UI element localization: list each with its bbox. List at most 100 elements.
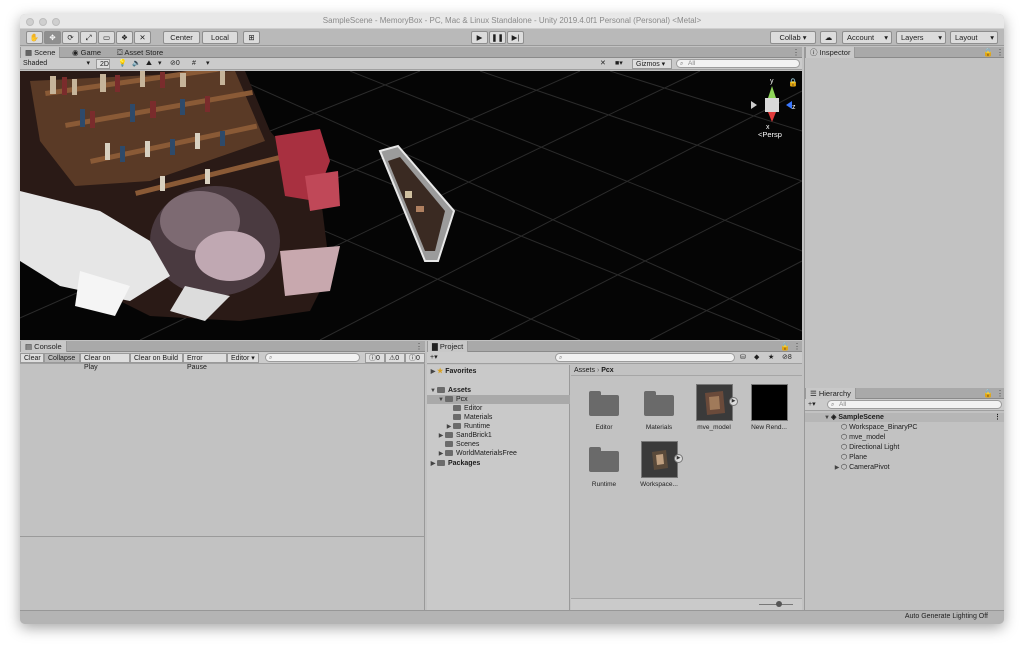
hierarchy-menu-icon[interactable]: ⋮	[996, 388, 1004, 399]
draw-mode-dropdown[interactable]: Shaded ▾	[20, 59, 92, 69]
projection-label[interactable]: <Persp	[758, 130, 782, 139]
console-menu-icon[interactable]: ⋮	[415, 341, 423, 352]
lock-icon[interactable]: 🔒	[983, 388, 993, 399]
hidden-objects-icon[interactable]: ⊘0	[170, 59, 180, 69]
tab-project[interactable]: ▇ Project	[427, 341, 469, 352]
layout-dropdown[interactable]: Layout ▾	[950, 31, 998, 44]
gizmos-dropdown[interactable]: Gizmos ▾	[632, 59, 672, 69]
hierarchy-item-mve-model[interactable]: ⬡ mve_model	[841, 433, 885, 442]
pivot-space-button[interactable]: Local	[202, 31, 238, 44]
project-menu-icon[interactable]: ⋮	[793, 341, 801, 352]
tab-hierarchy[interactable]: ☰ Hierarchy	[805, 388, 856, 399]
pivot-mode-button[interactable]: Center	[163, 31, 200, 44]
play-button[interactable]: ▶	[471, 31, 488, 44]
tab-console[interactable]: ▤ Console	[20, 341, 67, 352]
filter-by-label-icon[interactable]: ◆	[754, 353, 759, 363]
gizmos-label: Gizmos	[636, 61, 660, 68]
tree-item-editor[interactable]: Editor	[453, 404, 482, 413]
favorites-label: Favorites	[445, 368, 477, 375]
breadcrumb-root[interactable]: Assets	[574, 367, 595, 374]
tree-item-scenes[interactable]: Scenes	[445, 440, 479, 449]
effects-toggle-icon[interactable]: ⛰	[146, 59, 152, 69]
step-button[interactable]: ▶|	[507, 31, 524, 44]
tree-item-assets[interactable]: ▼ Assets	[429, 386, 471, 395]
clear-on-build-toggle[interactable]: Clear on Build	[130, 353, 183, 363]
editor-target-dropdown[interactable]: Editor ▾	[227, 353, 259, 363]
mode-2d-toggle[interactable]: 2D	[96, 59, 110, 69]
inspector-menu-icon[interactable]: ⋮	[996, 47, 1004, 58]
scene-search-input[interactable]: ⌕ All	[676, 59, 800, 68]
rotate-tool-icon[interactable]: ⟳	[62, 31, 79, 44]
hierarchy-item-plane[interactable]: ⬡ Plane	[841, 453, 867, 462]
rect-tool-icon[interactable]: ▭	[98, 31, 115, 44]
layers-dropdown[interactable]: Layers ▾	[896, 31, 946, 44]
lock-icon[interactable]: 🔒	[780, 341, 790, 352]
account-dropdown[interactable]: Account ▾	[842, 31, 892, 44]
breadcrumb-current[interactable]: Pcx	[601, 367, 613, 374]
tab-scene[interactable]: ▦ Scene	[20, 47, 61, 58]
audio-toggle-icon[interactable]: 🔈	[132, 59, 141, 69]
tree-item-packages[interactable]: ▶ Packages	[429, 459, 480, 468]
lock-icon[interactable]: 🔒	[788, 78, 798, 87]
favorite-star-icon[interactable]: ★	[768, 353, 774, 363]
scale-tool-icon[interactable]: ⤢	[80, 31, 97, 44]
hierarchy-item-camera-pivot[interactable]: ▶ ⬡ CameraPivot	[833, 463, 890, 472]
tree-item-sandbrick1[interactable]: ▶ SandBrick1	[437, 431, 492, 440]
error-filter-toggle[interactable]: ⓘ0	[405, 353, 425, 363]
gameobject-cube-icon: ⬡	[841, 424, 848, 431]
scene-view[interactable]: y z x <Persp 🔒	[20, 71, 802, 340]
grid-toggle-icon[interactable]: #	[192, 59, 196, 69]
expand-asset-icon[interactable]: ▶	[729, 397, 738, 406]
lighting-toggle-icon[interactable]: 💡	[118, 59, 127, 69]
tree-item-materials[interactable]: Materials	[453, 413, 492, 422]
tab-game[interactable]: ◉ Game	[68, 47, 105, 58]
hidden-packages-count: 8	[787, 354, 792, 361]
cloud-icon[interactable]: ☁	[820, 31, 837, 44]
tree-item-runtime[interactable]: ▶ Runtime	[445, 422, 490, 431]
hand-tool-icon[interactable]: ✋	[26, 31, 43, 44]
tools-icon[interactable]: ✕	[600, 59, 606, 69]
console-detail-divider[interactable]	[20, 536, 425, 537]
create-menu-button[interactable]: +▾	[430, 353, 438, 363]
tree-item-pcx[interactable]: ▼ Pcx	[427, 395, 570, 404]
scene-view-toolbar: Shaded ▾ 2D 💡 🔈 ⛰ ▾ ⊘0 # ▾ ✕ ■▾ Gizmos ▾ …	[20, 58, 802, 70]
chevron-down-icon[interactable]: ▾	[206, 59, 210, 69]
camera-icon[interactable]: ■▾	[615, 59, 623, 69]
move-tool-icon[interactable]: ✥	[44, 31, 61, 44]
icon-size-slider-handle[interactable]	[776, 601, 782, 607]
project-search-input[interactable]: ⌕	[555, 353, 735, 362]
hidden-packages-toggle[interactable]: ⊘8	[782, 353, 792, 363]
folder-icon	[437, 387, 445, 393]
scene-menu-icon[interactable]: ⋮	[994, 413, 1001, 422]
tree-item-worldmaterialsfree[interactable]: ▶ WorldMaterialsFree	[437, 449, 517, 458]
create-menu-button[interactable]: +▾	[808, 400, 816, 410]
lock-icon[interactable]: 🔒	[983, 47, 993, 58]
hierarchy-scene-row[interactable]: ▼◈ SampleScene ⋮	[805, 413, 1004, 422]
snap-grid-icon[interactable]: ⊞	[243, 31, 260, 44]
pause-button[interactable]: ❚❚	[489, 31, 506, 44]
hierarchy-search-input[interactable]: ⌕ All	[827, 400, 1002, 409]
transform-tool-icon[interactable]: ❖	[116, 31, 133, 44]
filter-by-type-icon[interactable]: ⛁	[740, 353, 746, 363]
tab-inspector[interactable]: ⓘ Inspector	[805, 47, 856, 58]
mode-2d-label: 2D	[100, 61, 109, 68]
chevron-down-icon[interactable]: ▾	[158, 59, 162, 69]
error-pause-toggle[interactable]: Error Pause	[183, 353, 227, 371]
status-text[interactable]: Auto Generate Lighting Off	[905, 613, 988, 620]
tab-asset-store[interactable]: ⛋ Asset Store	[113, 47, 167, 58]
console-search-input[interactable]: ⌕	[265, 353, 360, 362]
gameobject-cube-icon: ⬡	[841, 434, 848, 441]
expand-asset-icon[interactable]: ▶	[674, 454, 683, 463]
collapse-toggle[interactable]: Collapse	[44, 353, 80, 363]
hierarchy-item-directional-light[interactable]: ⬡ Directional Light	[841, 443, 899, 452]
favorites-item[interactable]: ▶ ★ Favorites	[429, 367, 477, 376]
clear-on-play-toggle[interactable]: Clear on Play	[80, 353, 130, 371]
clear-button[interactable]: Clear	[20, 353, 44, 363]
custom-tool-icon[interactable]: ✕	[134, 31, 151, 44]
info-filter-toggle[interactable]: ⓘ0	[365, 353, 385, 363]
scene-orientation-gizmo[interactable]: y z x <Persp	[751, 78, 796, 139]
hierarchy-item-workspace[interactable]: ⬡ Workspace_BinaryPC	[841, 423, 917, 432]
warning-filter-toggle[interactable]: ⚠0	[385, 353, 405, 363]
scene-menu-icon[interactable]: ⋮	[792, 47, 800, 58]
collab-dropdown[interactable]: Collab ▾	[770, 31, 816, 44]
